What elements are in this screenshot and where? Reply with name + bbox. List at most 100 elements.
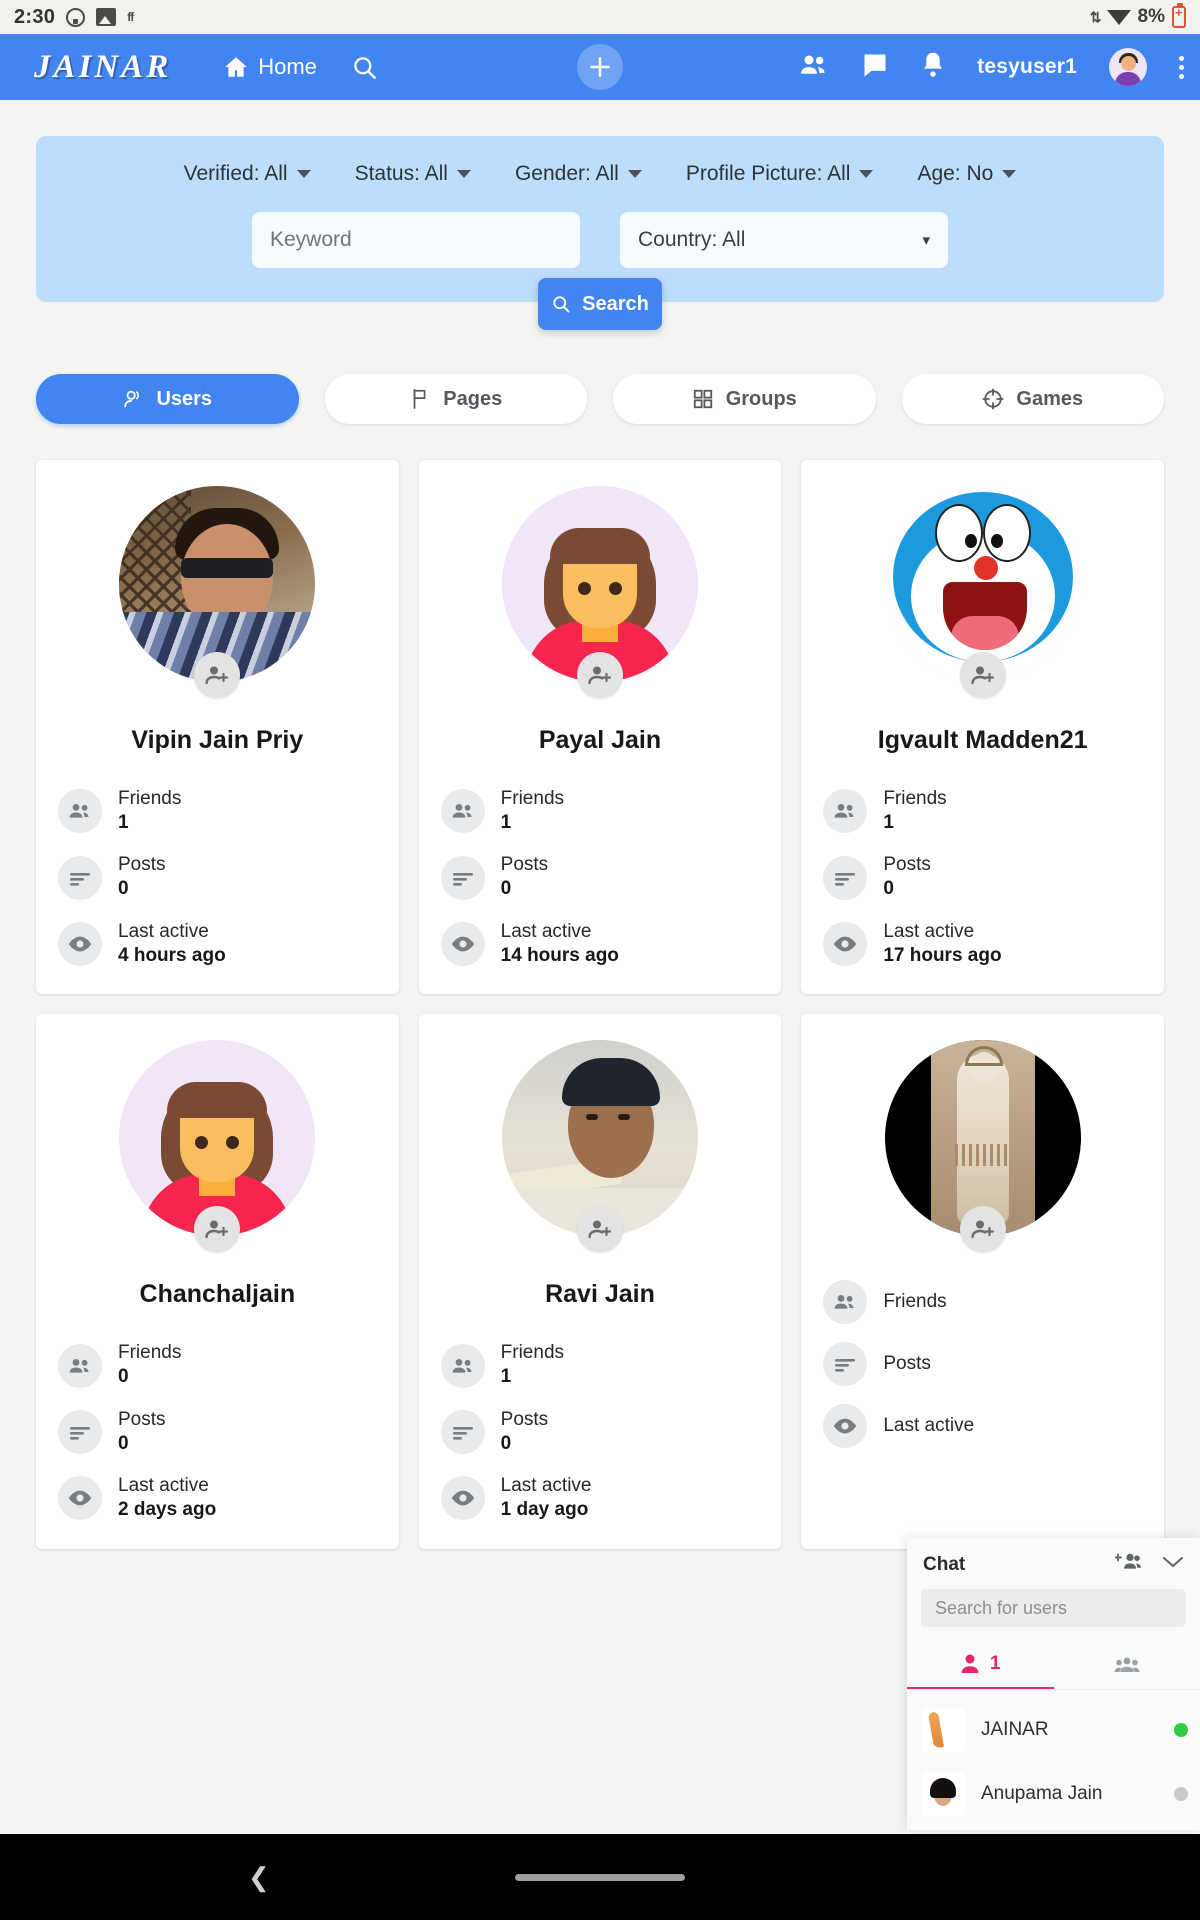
nav-home[interactable]: Home [223, 54, 317, 80]
add-friend-button[interactable] [194, 1206, 241, 1253]
tab-games[interactable]: Games [901, 374, 1164, 424]
filter-age[interactable]: Age: No [895, 162, 1038, 186]
stat-posts-value: 0 [883, 878, 894, 900]
ff-icon: ff [127, 10, 134, 24]
header-username[interactable]: tesyuser1 [977, 55, 1077, 79]
stat-last-active-value: 4 hours ago [118, 944, 226, 966]
stat-posts: Posts 0 [823, 853, 1142, 901]
tab-groups-label: Groups [725, 387, 797, 410]
add-people-icon [1114, 1553, 1141, 1569]
friends-icon [823, 789, 868, 834]
stat-friends-value: 1 [500, 811, 512, 833]
collapse-chat-button[interactable] [1162, 1555, 1184, 1574]
user-name[interactable]: Igvault Madden21 [823, 726, 1142, 755]
tab-pages[interactable]: Pages [324, 374, 587, 424]
whatsapp-icon [66, 7, 86, 27]
contact-name: Anupama Jain [981, 1783, 1103, 1804]
stat-last-active-value: 14 hours ago [500, 944, 619, 966]
nav-home-label: Home [258, 54, 317, 79]
add-friend-button[interactable] [194, 652, 241, 698]
user-card-photo-wrap [441, 1040, 760, 1253]
stat-friends: Friends 1 [823, 787, 1142, 835]
tab-users-label: Users [156, 387, 213, 410]
chat-contact-item[interactable]: Anupama Jain [907, 1762, 1200, 1826]
add-friend-icon [971, 666, 994, 685]
stat-last-active-value: 2 days ago [118, 1498, 217, 1520]
chat-tab-groups[interactable] [1054, 1643, 1200, 1689]
header-actions: tesyuser1 [799, 48, 1184, 86]
stat-last-active-label: Last active [500, 920, 592, 942]
app-logo[interactable]: JAINAR [34, 49, 171, 86]
search-icon [354, 56, 376, 79]
tab-users[interactable]: Users [36, 374, 299, 424]
status-bar-right: ⇅ 8% [1090, 3, 1186, 28]
stat-posts-label: Posts [118, 1408, 166, 1430]
chat-contact-item[interactable]: JAINAR [907, 1698, 1200, 1762]
user-name[interactable]: Payal Jain [441, 726, 760, 755]
chat-search-input[interactable]: Search for users [921, 1589, 1186, 1627]
back-chevron-icon[interactable]: ❮ [248, 1862, 270, 1893]
android-navigation-bar: ❮ [0, 1834, 1200, 1920]
add-friend-button[interactable] [959, 1206, 1006, 1253]
people-icon [801, 55, 825, 74]
stat-last-active: Last active 17 hours ago [823, 920, 1142, 968]
stat-posts: Posts 0 [440, 853, 760, 901]
friends-icon [58, 789, 102, 834]
stat-friends-label: Friends [500, 788, 565, 809]
wifi-icon [1106, 9, 1131, 25]
user-card-photo-wrap [58, 486, 377, 698]
filter-verified-label: Verified: All [183, 162, 288, 185]
eye-icon [823, 922, 868, 967]
user-stats: Friends 1 Posts 0 [440, 1341, 760, 1522]
filter-gender-label: Gender: All [514, 162, 619, 185]
user-stats: Friends 1 Posts 0 [823, 787, 1142, 968]
chat-tabs: 1 [907, 1643, 1200, 1690]
country-select[interactable]: Country: All ▾ [620, 212, 948, 268]
user-card[interactable]: Chanchaljain Friends 0 Posts 0 Last acti… [36, 1014, 399, 1549]
filter-status[interactable]: Status: All [333, 162, 493, 186]
posts-icon [823, 1342, 868, 1387]
contact-avatar [921, 1708, 965, 1752]
notifications-button[interactable] [921, 51, 945, 83]
header-search-button[interactable] [351, 54, 378, 81]
search-button[interactable]: Search [538, 278, 662, 330]
user-card[interactable]: Vipin Jain Priy Friends 1 Posts 0 Last a… [36, 460, 399, 995]
user-stats: Friends 1 Posts 0 [58, 787, 377, 968]
target-icon [982, 388, 1004, 410]
kebab-menu-icon[interactable] [1179, 55, 1184, 79]
add-friend-button[interactable] [576, 1206, 623, 1253]
home-indicator[interactable] [515, 1873, 685, 1881]
stat-posts-label: Posts [500, 854, 549, 876]
add-friend-icon [971, 1220, 994, 1239]
filter-gender[interactable]: Gender: All [493, 162, 664, 186]
app-screen: 2:30 ff ⇅ 8% JAINAR Home [0, 0, 1200, 1920]
user-name[interactable]: Vipin Jain Priy [58, 726, 377, 755]
tab-groups[interactable]: Groups [613, 374, 876, 424]
user-card[interactable]: Payal Jain Friends 1 Posts 0 Last active… [418, 460, 782, 995]
chevron-down-icon [1163, 1557, 1183, 1567]
add-friend-button[interactable] [576, 652, 623, 698]
eye-icon [823, 1404, 868, 1449]
messages-button[interactable] [861, 52, 889, 83]
keyword-input[interactable] [252, 212, 580, 268]
avatar[interactable] [1109, 48, 1147, 86]
stat-last-active-label: Last active [883, 920, 975, 942]
create-button[interactable] [577, 44, 623, 90]
user-card[interactable]: Ravi Jain Friends 1 Posts 0 Last active … [418, 1014, 782, 1549]
add-people-button[interactable] [1114, 1552, 1142, 1577]
add-friend-button[interactable] [959, 652, 1006, 698]
friends-button[interactable] [799, 52, 829, 83]
user-card[interactable]: Friends Posts Last active [801, 1014, 1164, 1549]
filter-profile-picture-label: Profile Picture: All [685, 162, 851, 185]
status-bar-left: 2:30 ff [14, 6, 134, 29]
filter-panel: Verified: All Status: All Gender: All Pr… [36, 136, 1164, 330]
filter-verified[interactable]: Verified: All [162, 162, 333, 186]
add-friend-icon [588, 1220, 612, 1239]
chevron-down-icon [1002, 170, 1017, 178]
group-icon [1114, 1657, 1140, 1672]
user-name[interactable]: Ravi Jain [441, 1280, 760, 1309]
chat-tab-people[interactable]: 1 [907, 1643, 1054, 1689]
user-card[interactable]: Igvault Madden21 Friends 1 Posts 0 Last … [801, 460, 1164, 995]
user-name[interactable]: Chanchaljain [58, 1280, 377, 1309]
filter-profile-picture[interactable]: Profile Picture: All [664, 162, 896, 186]
